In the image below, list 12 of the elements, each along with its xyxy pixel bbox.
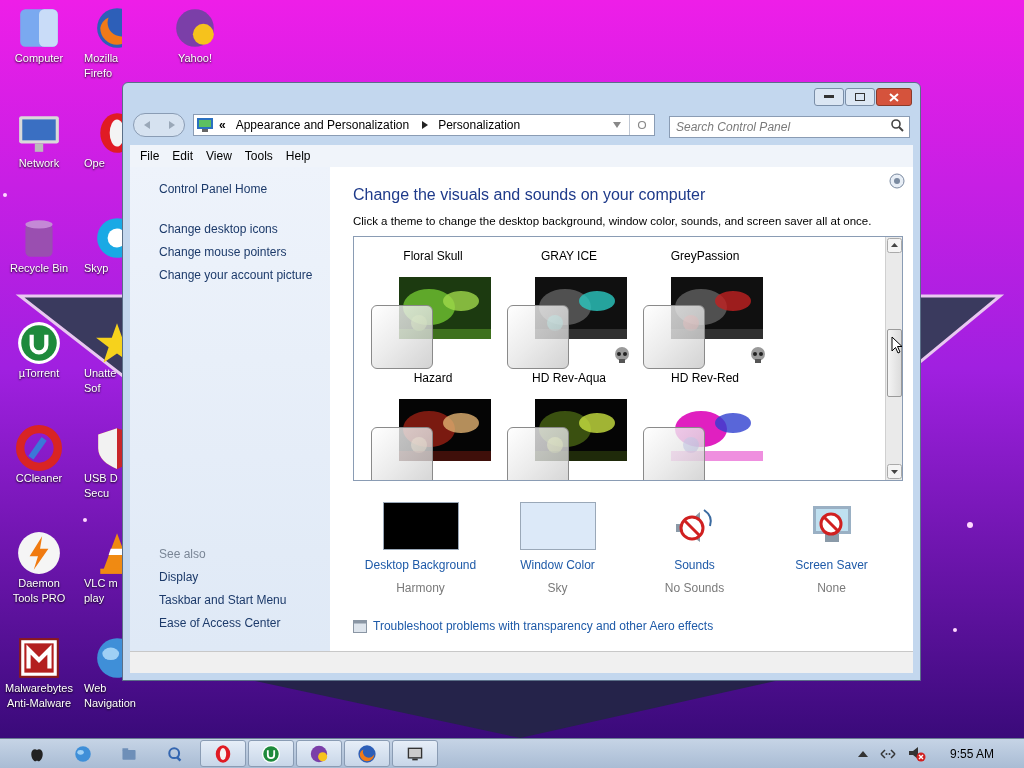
- taskbar-button[interactable]: [392, 740, 438, 767]
- mu-logo-icon: [261, 743, 281, 764]
- messenger-icon: [309, 743, 329, 764]
- search-icon: [166, 744, 184, 763]
- fox-globe-icon: [357, 743, 377, 764]
- show-hidden-icons-icon[interactable]: [857, 750, 868, 757]
- network-icon[interactable]: [879, 748, 896, 759]
- taskbar-button[interactable]: [296, 740, 342, 767]
- volume-muted-icon[interactable]: [907, 745, 926, 762]
- taskbar-button[interactable]: [344, 740, 390, 767]
- clock[interactable]: 9:55 AM: [949, 744, 994, 763]
- globe-icon: [74, 744, 92, 763]
